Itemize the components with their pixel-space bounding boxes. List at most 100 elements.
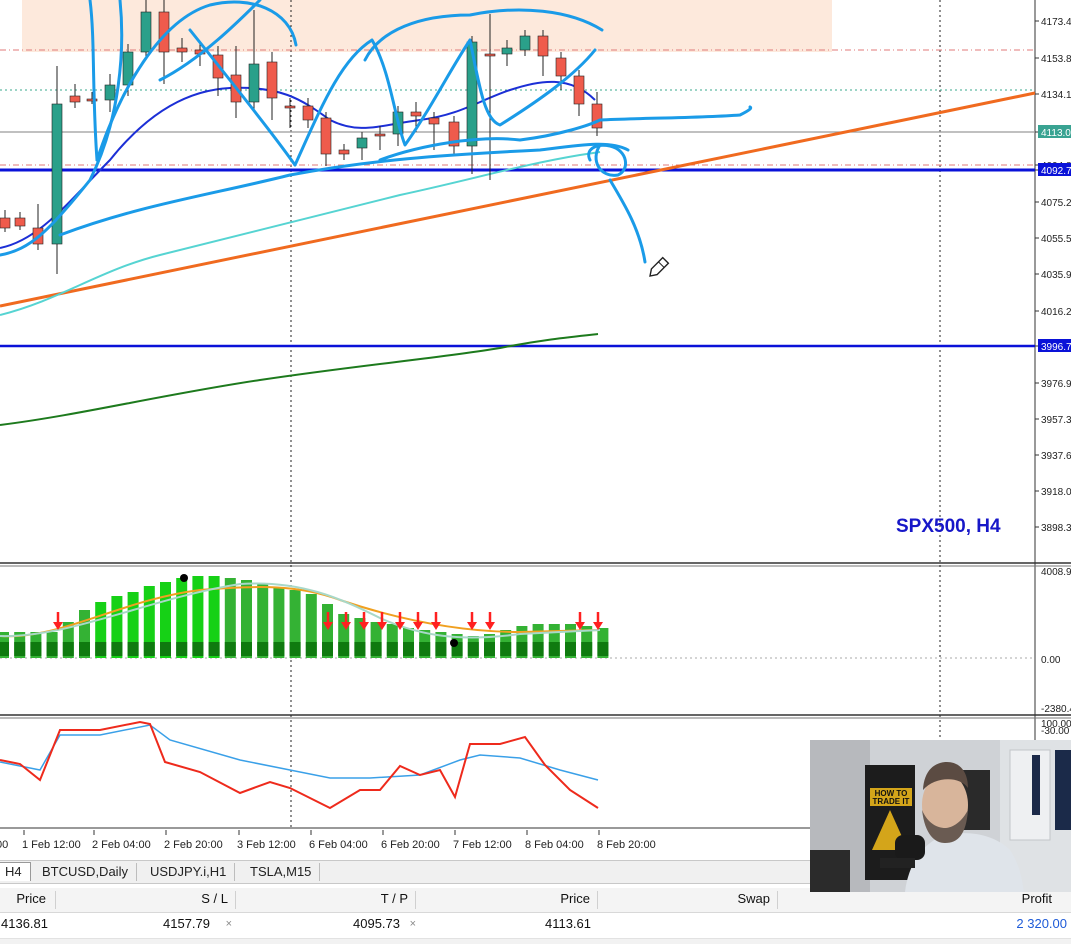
symbol-timeframe-label: SPX500, H4 [896,516,1001,537]
header-price[interactable]: Price [0,888,46,910]
time-label: 1 Feb 12:00 [22,830,81,851]
trade-row[interactable]: 4136.81 4157.79 × 4095.73 × 4113.61 2 32… [0,913,1071,937]
indicator-scale-label: 4008.9 [1041,567,1071,578]
histogram-bar [111,596,123,658]
signal-dot [450,639,458,647]
svg-text:8 Feb 20:00: 8 Feb 20:00 [597,839,656,851]
sell-arrow-icon [593,612,603,630]
candle [537,30,549,76]
svg-text:3957.3: 3957.3 [1041,415,1071,426]
price-label: 4173.4 [1035,17,1071,28]
histogram-bar [160,582,171,658]
price-label: 4092.7 [1035,163,1071,177]
price-label: 4134.1 [1035,90,1071,101]
histogram-bar [370,622,382,658]
svg-text:3937.6: 3937.6 [1041,451,1071,462]
banner-text-2: TRADE IT [873,797,910,806]
open-price: 4136.81 [1,916,48,931]
svg-text:4173.4: 4173.4 [1041,17,1071,28]
histogram-bar [532,624,544,658]
tab-spx500-h4[interactable]: H4 [0,862,31,881]
histogram-bar [127,592,139,658]
svg-text:3898.3: 3898.3 [1041,523,1071,534]
trade-panel: Price S / L T / P Price Swap Profit 4136… [0,888,1071,944]
svg-text:00: 00 [0,839,8,851]
svg-text:3 Feb 12:00: 3 Feb 12:00 [237,839,296,851]
price-label: 4113.0 [1035,125,1071,139]
histogram-bar [241,580,252,658]
price-label: 4153.8 [1035,54,1071,65]
header-current-price[interactable]: Price [420,888,590,910]
price-axis: 4173.44153.84134.14113.04094.84092.74075… [1035,17,1071,534]
svg-text:4035.9: 4035.9 [1041,270,1071,281]
time-axis: 00 1 Feb 12:00 2 Feb 04:00 2 Feb 20:00 3 Feb… [0,830,656,851]
svg-text:4075.2: 4075.2 [1041,198,1071,209]
histogram-bar [305,594,317,658]
clear-sl-icon[interactable]: × [218,913,232,935]
histogram-bar [143,586,155,658]
svg-text:6 Feb 04:00: 6 Feb 04:00 [309,839,368,851]
svg-text:6 Feb 20:00: 6 Feb 20:00 [381,839,440,851]
histogram-bar [500,630,512,658]
price-label: 3976.9 [1035,379,1071,390]
oscillator-scale-label: -30.00 [1041,726,1070,737]
svg-text:4016.2: 4016.2 [1041,307,1071,318]
price-label: 3898.3 [1035,523,1071,534]
ma-blue [0,80,596,249]
trading-terminal: 4173.44153.84134.14113.04094.84092.74075… [0,0,1071,944]
histogram-bar [30,632,42,658]
candle [51,66,63,274]
svg-text:3976.9: 3976.9 [1041,379,1071,390]
tab-usdjpy-h1[interactable]: USDJPY.i,H1 [142,863,236,881]
time-label: 2 Feb 04:00 [92,830,151,851]
sell-arrow-icon [431,612,441,630]
histogram-bar [597,628,609,658]
histogram-bar [192,576,204,658]
tab-tsla-m15[interactable]: TSLA,M15 [242,863,321,881]
time-label: 3 Feb 12:00 [237,830,296,851]
svg-text:3996.7: 3996.7 [1041,342,1071,353]
header-sl[interactable]: S / L [60,888,228,910]
price-label: 4016.2 [1035,307,1071,318]
histogram-bar [257,584,269,658]
svg-text:4113.0: 4113.0 [1041,128,1071,139]
time-label: 6 Feb 20:00 [381,830,440,851]
candle [320,112,332,166]
svg-text:4153.8: 4153.8 [1041,54,1071,65]
header-tp[interactable]: T / P [240,888,408,910]
current-price: 4113.61 [544,916,591,931]
header-swap[interactable]: Swap [600,888,770,910]
tab-btcusd-daily[interactable]: BTCUSD,Daily [34,863,137,881]
svg-text:4055.5: 4055.5 [1041,234,1071,245]
histogram-indicator: 4008.9 0.00 -2380.4 [0,567,1071,715]
histogram-bar [176,578,188,658]
chart-area[interactable]: 4173.44153.84134.14113.04094.84092.74075… [0,0,1071,860]
price-label: 3957.3 [1035,415,1071,426]
svg-text:2 Feb 20:00: 2 Feb 20:00 [164,839,223,851]
candle [573,70,585,116]
histogram-bar [386,624,398,658]
time-label: 8 Feb 04:00 [525,830,584,851]
take-profit-value[interactable]: 4095.73 [240,913,400,935]
price-label: 4035.9 [1035,270,1071,281]
sell-arrow-icon [467,612,477,630]
presenter-video: HOW TO TRADE IT [810,740,1071,892]
clear-tp-icon[interactable]: × [402,913,416,935]
oscillator-blue-line [0,724,599,781]
ma-green [0,333,599,426]
ma-cyan [0,151,601,316]
candle [448,116,460,154]
price-label: 4055.5 [1035,234,1071,245]
price-label: 3918.0 [1035,487,1071,498]
svg-text:4092.7: 4092.7 [1041,166,1071,177]
time-label: 00 [0,839,8,851]
candle [266,52,278,120]
stop-loss-value[interactable]: 4157.79 [60,913,210,935]
svg-text:1 Feb 12:00: 1 Feb 12:00 [22,839,81,851]
price-label: 3996.7 [1035,339,1071,353]
svg-text:8 Feb 04:00: 8 Feb 04:00 [525,839,584,851]
histogram-bar [565,624,576,658]
indicator-scale-label: -2380.4 [1041,704,1071,715]
time-label: 8 Feb 20:00 [597,830,656,851]
orange-trendline[interactable] [0,91,1036,308]
